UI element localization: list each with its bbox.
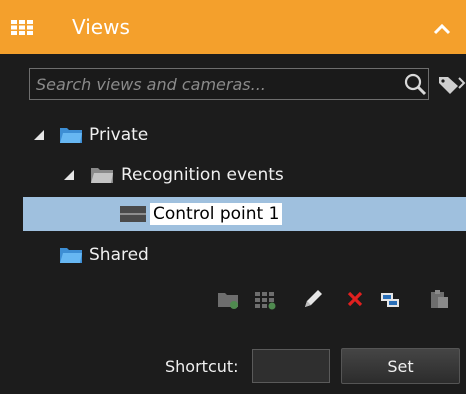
folder-icon bbox=[60, 128, 82, 143]
search-icon[interactable] bbox=[403, 72, 427, 96]
tree-item-private[interactable]: Private bbox=[0, 120, 466, 150]
tree-item-label: Control point 1 bbox=[150, 203, 283, 225]
views-panel: Views Private Re bbox=[0, 0, 466, 394]
paste-icon[interactable] bbox=[427, 287, 451, 311]
tree-item-shared[interactable]: Shared bbox=[0, 240, 466, 270]
set-button[interactable]: Set bbox=[341, 348, 460, 384]
shortcut-label: Shortcut: bbox=[165, 357, 239, 376]
tree-item-control-point-1[interactable]: Control point 1 bbox=[23, 197, 466, 231]
views-header[interactable]: Views bbox=[0, 0, 466, 54]
new-view-icon[interactable] bbox=[253, 287, 277, 311]
expand-arrow-icon[interactable] bbox=[33, 129, 45, 141]
view-icon bbox=[120, 206, 146, 222]
grid-icon bbox=[11, 20, 33, 35]
copy-icon[interactable] bbox=[378, 287, 402, 311]
expand-arrow-icon[interactable] bbox=[63, 169, 75, 181]
edit-icon[interactable] bbox=[301, 287, 325, 311]
delete-icon[interactable] bbox=[343, 287, 367, 311]
search-box[interactable] bbox=[29, 68, 429, 100]
tag-icon[interactable] bbox=[437, 73, 466, 95]
search-input[interactable] bbox=[36, 72, 396, 96]
new-folder-icon[interactable] bbox=[216, 287, 240, 311]
folder-icon bbox=[60, 248, 82, 263]
tree-item-label: Shared bbox=[89, 245, 149, 265]
chevron-up-icon[interactable] bbox=[432, 22, 452, 36]
tree-item-label: Private bbox=[89, 125, 149, 145]
folder-icon bbox=[91, 168, 113, 183]
tree-item-recognition-events[interactable]: Recognition events bbox=[0, 160, 466, 190]
shortcut-input[interactable] bbox=[252, 349, 330, 383]
views-title: Views bbox=[72, 15, 130, 39]
tree-item-label: Recognition events bbox=[121, 165, 284, 185]
